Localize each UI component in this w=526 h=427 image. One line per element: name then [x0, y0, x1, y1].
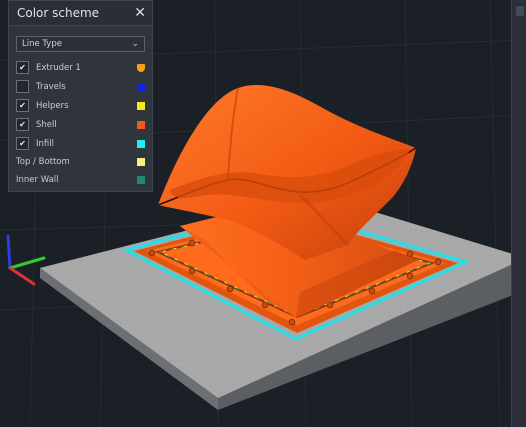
toggle-infill[interactable]: ✔ Infill [9, 134, 152, 153]
item-label: Travels [36, 81, 66, 92]
checkbox[interactable]: ✔ [16, 99, 29, 112]
y-axis [8, 256, 46, 270]
color-scheme-dropdown[interactable]: Line Type ⌄ [16, 36, 145, 52]
checkbox[interactable]: ✔ [16, 137, 29, 150]
color-swatch [137, 82, 145, 91]
legend-label: Inner Wall [16, 175, 59, 185]
chevron-down-icon: ⌄ [131, 39, 139, 49]
item-label: Infill [36, 138, 54, 149]
item-label: Extruder 1 [36, 62, 81, 73]
checkbox[interactable] [16, 80, 29, 93]
color-swatch [137, 63, 145, 72]
toggle-helpers[interactable]: ✔ Helpers [9, 96, 152, 115]
color-swatch [137, 139, 145, 148]
color-swatch [137, 158, 145, 166]
panel-title: Color scheme [17, 6, 100, 20]
item-label: Helpers [36, 100, 69, 111]
toggle-travels[interactable]: Travels [9, 77, 152, 96]
side-panel-edge[interactable] [511, 0, 526, 427]
axes-gizmo [6, 234, 46, 286]
checkbox[interactable]: ✔ [16, 118, 29, 131]
dropdown-value: Line Type [22, 39, 62, 49]
panel-header: Color scheme ✕ [9, 1, 152, 26]
close-icon[interactable]: ✕ [134, 6, 146, 20]
color-swatch [137, 101, 145, 110]
toggle-extruder-1[interactable]: ✔ Extruder 1 [9, 58, 152, 77]
item-label: Shell [36, 119, 57, 130]
x-axis [8, 266, 36, 286]
z-axis [6, 234, 12, 270]
color-swatch [137, 176, 145, 184]
color-scheme-panel: Color scheme ✕ Line Type ⌄ ✔ Extruder 1 … [8, 0, 153, 192]
legend-label: Top / Bottom [16, 157, 70, 167]
legend-top-bottom: Top / Bottom [9, 153, 152, 171]
checkbox[interactable]: ✔ [16, 61, 29, 74]
color-swatch [137, 120, 145, 129]
legend-inner-wall: Inner Wall [9, 171, 152, 189]
panel-handle[interactable] [516, 6, 524, 16]
toggle-shell[interactable]: ✔ Shell [9, 115, 152, 134]
